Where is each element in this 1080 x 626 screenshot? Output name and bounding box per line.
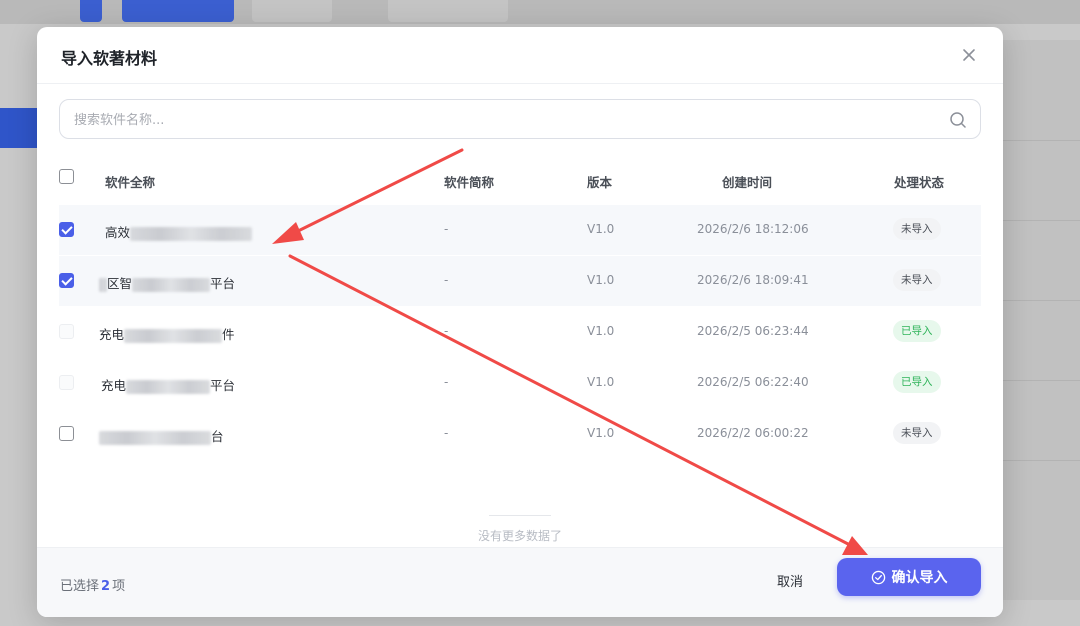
row-checkbox-disabled [59, 375, 74, 390]
no-more-data-text: 没有更多数据了 [477, 529, 562, 543]
confirm-import-label: 确认导入 [891, 570, 948, 586]
column-header-short-name: 软件简称 [444, 175, 495, 190]
background-divider [1002, 460, 1080, 461]
background-chip [252, 0, 332, 22]
software-short-name: - [444, 273, 449, 287]
status-badge: 未导入 [893, 218, 941, 240]
software-full-name: 高效 [105, 222, 253, 241]
column-header-created: 创建时间 [722, 175, 773, 190]
name-visible-part: 台 [211, 429, 224, 444]
name-visible-part: 区智 [107, 276, 133, 291]
name-visible-part: 充电 [101, 378, 127, 393]
background-divider [1002, 300, 1080, 301]
software-full-name: 台 [99, 426, 224, 445]
status-badge: 未导入 [893, 269, 941, 291]
row-checkbox[interactable] [59, 222, 74, 237]
background-sidebar-active-item [0, 108, 38, 148]
status-badge: 已导入 [893, 371, 941, 393]
background-divider [1002, 140, 1080, 141]
redacted-text [124, 328, 223, 343]
created-time: 2026/2/5 06:22:40 [697, 375, 809, 389]
name-visible-part: 件 [222, 327, 235, 342]
import-materials-dialog: 导入软著材料 软件全称 软件简称 版本 创建时间 处理状态 高效 - [37, 27, 1003, 617]
name-visible-part: 充电 [99, 327, 125, 342]
software-short-name: - [444, 375, 449, 389]
created-time: 2026/2/5 06:23:44 [697, 324, 809, 338]
redacted-text [99, 277, 107, 292]
dialog-footer: 已选择 2 项 取消 确认导入 [37, 547, 1003, 617]
header-divider [37, 83, 1003, 84]
created-time: 2026/2/2 06:00:22 [697, 426, 809, 440]
status-badge: 未导入 [893, 422, 941, 444]
software-table: 软件全称 软件简称 版本 创建时间 处理状态 高效 - V1.0 2026/2/… [59, 155, 981, 543]
table-row[interactable]: 区智 平台 - V1.0 2026/2/6 18:09:41 未导入 [59, 256, 981, 307]
select-all-checkbox[interactable] [59, 169, 74, 184]
cancel-button[interactable]: 取消 [763, 566, 817, 600]
name-visible-part: 平台 [210, 276, 236, 291]
background-divider [1002, 380, 1080, 381]
selected-count-suffix: 项 [112, 579, 126, 594]
software-short-name: - [444, 222, 449, 236]
search-field[interactable] [59, 99, 981, 139]
close-button[interactable] [959, 45, 979, 65]
confirm-import-button[interactable]: 确认导入 [837, 558, 981, 596]
redacted-text [126, 379, 211, 394]
software-version: V1.0 [587, 375, 615, 389]
redacted-text [99, 430, 211, 445]
created-time: 2026/2/6 18:09:41 [697, 273, 809, 287]
software-version: V1.0 [587, 426, 615, 440]
row-checkbox[interactable] [59, 273, 74, 288]
name-visible-part: 高效 [105, 225, 131, 240]
close-icon [963, 49, 975, 61]
background-divider [1002, 220, 1080, 221]
table-row: 充电 平台 - V1.0 2026/2/5 06:22:40 已导入 [59, 358, 981, 409]
selected-count: 已选择 2 项 [60, 575, 125, 594]
background-chip [80, 0, 102, 22]
check-circle-icon [871, 570, 885, 584]
background-chip [388, 0, 508, 22]
row-checkbox-disabled [59, 324, 74, 339]
software-version: V1.0 [587, 273, 615, 287]
dialog-title: 导入软著材料 [61, 49, 158, 68]
selected-count-number: 2 [101, 579, 111, 594]
name-visible-part: 平台 [210, 378, 236, 393]
column-header-full-name: 软件全称 [105, 175, 156, 190]
column-header-version: 版本 [587, 175, 613, 190]
row-checkbox[interactable] [59, 426, 74, 441]
background-chip [122, 0, 234, 22]
software-version: V1.0 [587, 324, 615, 338]
table-row[interactable]: 高效 - V1.0 2026/2/6 18:12:06 未导入 [59, 205, 981, 256]
software-full-name: 充电 件 [99, 324, 235, 343]
table-header: 软件全称 软件简称 版本 创建时间 处理状态 [59, 155, 981, 205]
software-short-name: - [444, 426, 449, 440]
column-header-status: 处理状态 [894, 175, 945, 190]
software-full-name: 充电 平台 [101, 375, 235, 394]
end-of-list-divider [489, 515, 551, 516]
search-icon[interactable] [948, 110, 968, 130]
table-row: 充电 件 - V1.0 2026/2/5 06:23:44 已导入 [59, 307, 981, 358]
redacted-text [132, 277, 211, 292]
background-right-column [1002, 40, 1080, 600]
software-full-name: 区智 平台 [99, 273, 235, 292]
software-version: V1.0 [587, 222, 615, 236]
selected-count-prefix: 已选择 [60, 579, 100, 594]
table-row[interactable]: 台 - V1.0 2026/2/2 06:00:22 未导入 [59, 409, 981, 460]
redacted-text [130, 226, 253, 241]
created-time: 2026/2/6 18:12:06 [697, 222, 809, 236]
background-topbar [0, 0, 1080, 24]
search-input[interactable] [74, 109, 934, 131]
software-short-name: - [444, 324, 449, 338]
status-badge: 已导入 [893, 320, 941, 342]
